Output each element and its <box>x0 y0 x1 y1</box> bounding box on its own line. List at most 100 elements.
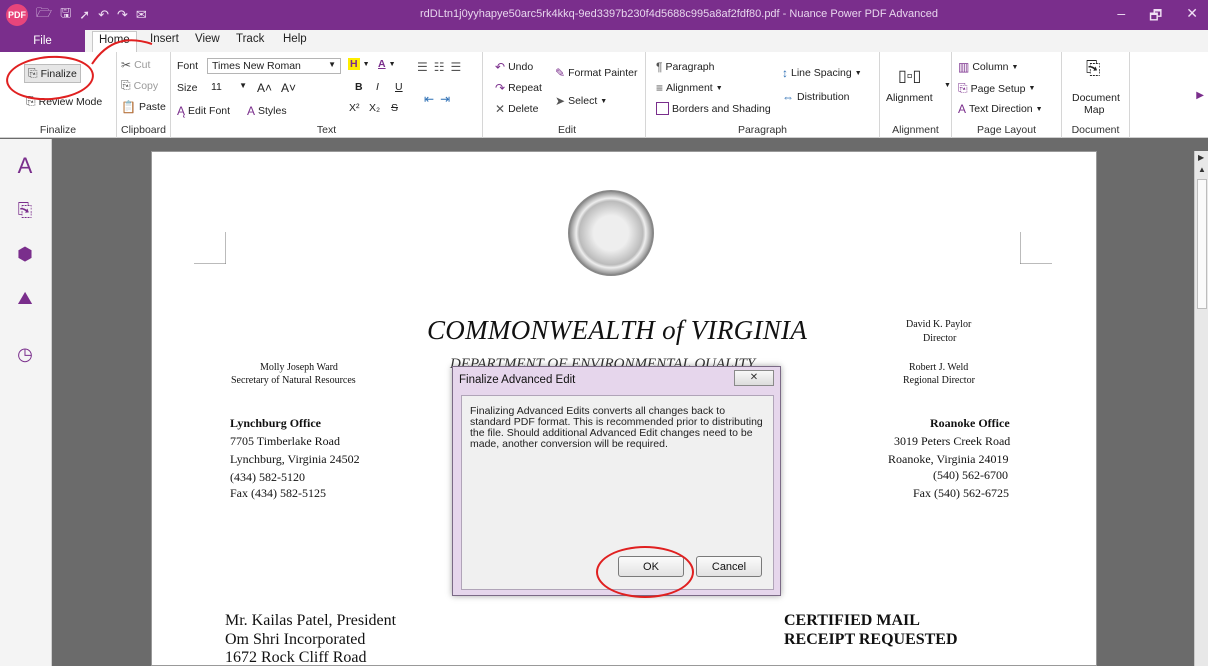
group-label: Edit <box>557 124 577 136</box>
font-select[interactable]: Times New Roman ▼ <box>207 58 341 74</box>
alignment-button[interactable]: Alignment <box>886 92 933 104</box>
right-title-2: Regional Director <box>903 375 975 386</box>
text-tool-icon[interactable]: A <box>12 153 38 179</box>
font-color-button[interactable]: A ▼ <box>378 58 396 70</box>
restore-button[interactable]: 🗗 <box>1149 5 1162 29</box>
paragraph-button[interactable]: ¶ Paragraph <box>656 60 715 74</box>
scroll-up-icon[interactable]: ▲ <box>1198 165 1206 174</box>
page-setup-button[interactable]: ⎘ Page Setup ▼ <box>958 81 1035 96</box>
decrease-indent-icon[interactable]: ⇤ <box>424 92 434 106</box>
strikethrough-button[interactable]: S <box>391 102 398 114</box>
indent-buttons: ⇤ ⇥ <box>424 92 450 106</box>
grow-font-button[interactable]: A˄ <box>257 81 272 95</box>
highlight-button[interactable]: H ▼ <box>348 58 370 70</box>
paste-button[interactable]: 📋 Paste <box>121 100 166 114</box>
clock-icon[interactable]: ◷ <box>12 341 38 367</box>
group-paragraph: ¶ Paragraph ≡ Alignment ▼ Borders and Sh… <box>646 52 880 138</box>
alignment-icon: ▯▫▯ <box>898 68 922 85</box>
repeat-button[interactable]: ↷ Repeat <box>495 81 542 95</box>
shapes-icon[interactable]: ⬢ <box>12 241 38 267</box>
distribution-icon: ⇔ <box>782 90 794 104</box>
group-label: Alignment <box>892 124 939 136</box>
bold-button[interactable]: B <box>355 81 363 93</box>
page-setup-icon: ⎘ <box>958 81 968 95</box>
title-bar: PDF 🗁 🖫 ➚ ↶ ↷ ✉ rdDLtn1j0yyhapye50arc5rk… <box>0 0 1208 30</box>
font-value: Times New Roman <box>212 60 301 72</box>
tab-track[interactable]: Track <box>236 33 264 45</box>
size-label: Size <box>177 82 198 94</box>
cancel-button[interactable]: Cancel <box>696 556 762 577</box>
alignment-dropdown[interactable]: ≡ Alignment ▼ <box>656 81 723 95</box>
scroll-thumb[interactable] <box>1197 179 1207 309</box>
group-text: Font Times New Roman ▼ H ▼ A ▼ ☰ ☷ ☰ Siz… <box>171 52 483 138</box>
tab-view[interactable]: View <box>195 33 220 45</box>
tab-file[interactable]: File <box>0 30 85 52</box>
undo-button[interactable]: ↶ Undo <box>495 60 533 74</box>
underline-button[interactable]: U <box>395 81 403 93</box>
edit-font-label: Edit Font <box>188 105 231 117</box>
copy-label: Copy <box>133 79 159 92</box>
borders-shading-button[interactable]: Borders and Shading <box>656 102 771 115</box>
save-icon[interactable]: 🖫 <box>60 4 71 26</box>
roanoke-line-1: Roanoke Office <box>930 416 1010 430</box>
text-direction-icon: A <box>958 102 967 116</box>
column-button[interactable]: ▥ Column ▼ <box>958 60 1018 74</box>
vertical-scrollbar[interactable]: ▶ ▲ <box>1194 151 1208 666</box>
format-painter-button[interactable]: ✎ Format Painter <box>555 66 638 80</box>
tab-help[interactable]: Help <box>283 33 307 45</box>
chevron-down-icon: ▼ <box>388 60 396 68</box>
align-icon: ≡ <box>656 81 664 95</box>
multilevel-list-icon[interactable]: ☰ <box>451 60 462 74</box>
window-controls: – 🗗 ✕ <box>1117 5 1198 29</box>
repeat-icon: ↷ <box>495 81 506 95</box>
open-icon[interactable]: 🗁 <box>36 4 52 26</box>
text-direction-button[interactable]: A Text Direction ▼ <box>958 102 1043 116</box>
document-map-button[interactable]: Document <box>1072 92 1120 104</box>
chevron-down-icon[interactable]: ▼ <box>944 82 951 89</box>
delete-label: Delete <box>508 103 539 115</box>
group-label: Clipboard <box>121 124 166 136</box>
side-panel: A ⎘ ⬢ ⛰ ◷ <box>0 139 52 666</box>
select-button[interactable]: ➤ Select ▼ <box>555 94 607 108</box>
document-icon[interactable]: ⎘ <box>12 197 38 223</box>
close-button[interactable]: ✕ <box>1186 5 1198 29</box>
distribution-label: Distribution <box>797 91 850 103</box>
superscript-button[interactable]: X² <box>349 102 360 114</box>
increase-indent-icon[interactable]: ⇥ <box>440 92 450 106</box>
annotation-arrow <box>91 39 153 65</box>
delete-button[interactable]: ✕ Delete <box>495 102 538 116</box>
numbered-list-icon[interactable]: ☷ <box>434 60 445 74</box>
pointer-icon[interactable]: ➚ <box>79 7 90 23</box>
styles-icon: A <box>247 104 256 118</box>
roanoke-line-4: (540) 562-6700 <box>933 468 1008 482</box>
line-spacing-button[interactable]: ↕ Line Spacing ▼ <box>782 66 862 80</box>
window-title: rdDLtn1j0yyhapye50arc5rk4kkq-9ed3397b230… <box>420 8 938 20</box>
distribution-button[interactable]: ⇔ Distribution <box>782 90 850 104</box>
expand-icon[interactable]: ▶ <box>1198 153 1204 162</box>
ribbon-scroll-icon[interactable]: ▶ <box>1196 90 1204 101</box>
email-icon[interactable]: ✉ <box>136 7 147 23</box>
addressee-line-1: Mr. Kailas Patel, President <box>225 612 397 629</box>
image-icon[interactable]: ⛰ <box>12 285 38 311</box>
undo-icon[interactable]: ↶ <box>98 7 109 23</box>
ribbon: ⎘ Finalize ⎘ Review Mode Finalize ✂ Cut … <box>0 52 1208 138</box>
shrink-font-button[interactable]: A˅ <box>281 81 296 95</box>
chevron-down-icon: ▼ <box>239 81 247 90</box>
minimize-button[interactable]: – <box>1117 5 1125 29</box>
group-document: ⎘ Document Map Document <box>1062 52 1130 138</box>
right-name-2: Robert J. Weld <box>909 362 969 373</box>
dialog-close-button[interactable]: ✕ <box>734 370 774 386</box>
italic-button[interactable]: I <box>376 81 379 93</box>
size-value: 11 <box>211 81 222 93</box>
chevron-down-icon: ▼ <box>854 69 862 77</box>
styles-button[interactable]: A Styles <box>247 104 287 118</box>
copy-button[interactable]: ⎘ Copy <box>121 78 158 93</box>
paste-icon: 📋 <box>121 100 136 114</box>
size-select[interactable]: 11 ▼ <box>207 80 251 96</box>
subscript-button[interactable]: X₂ <box>369 102 380 114</box>
edit-font-button[interactable]: Ą Edit Font <box>177 104 230 118</box>
chevron-down-icon: ▼ <box>362 60 370 68</box>
borders-label: Borders and Shading <box>672 102 771 115</box>
bullet-list-icon[interactable]: ☰ <box>417 60 428 74</box>
redo-icon[interactable]: ↷ <box>117 7 128 23</box>
